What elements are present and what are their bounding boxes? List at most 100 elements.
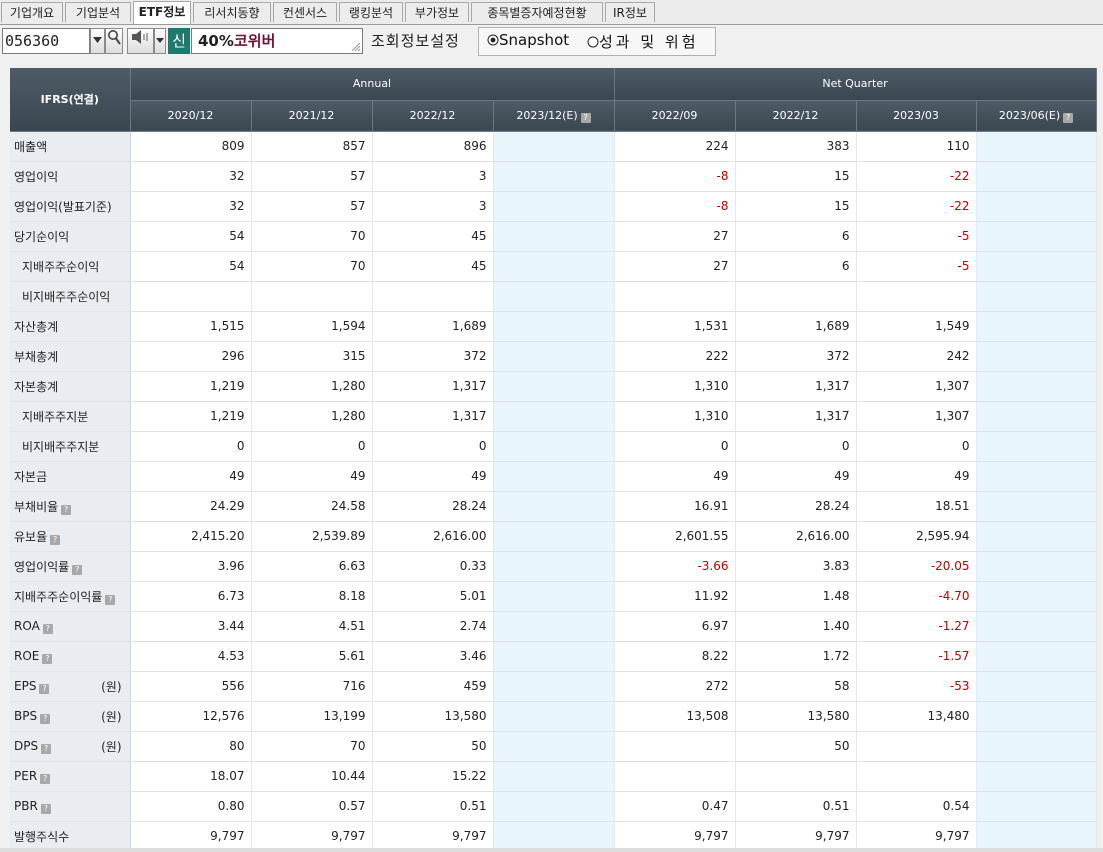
table-row: 지배주주순이익률? 6.73 8.18 5.01 11.92 1.48 -4.70 (10, 581, 1097, 612)
help-icon[interactable]: ? (105, 594, 116, 605)
table-row: ROE? 4.53 5.61 3.46 8.22 1.72 -1.57 (10, 641, 1097, 672)
table-cell: 272 (614, 671, 736, 702)
row-label: 지배주주순이익 (22, 259, 100, 274)
table-cell: 8.22 (614, 641, 736, 672)
table-cell: 1,280 (251, 401, 373, 432)
row-label-cell: 발행주식수 (10, 821, 131, 852)
table-cell (130, 281, 252, 312)
help-icon[interactable]: ? (42, 653, 53, 664)
speaker-dropdown-button[interactable] (154, 28, 166, 54)
radio-performance-risk-label: 성과 및 위험 (599, 33, 699, 51)
table-cell (493, 131, 615, 162)
table-cell: 57 (251, 191, 373, 222)
help-icon[interactable]: ? (40, 773, 51, 784)
table-cell: 58 (735, 671, 857, 702)
table-cell (493, 401, 615, 432)
table-cell: 6.63 (251, 551, 373, 582)
row-label: 비지배주주지분 (22, 439, 100, 454)
table-cell (976, 251, 1097, 282)
table-row: 유보율? 2,415.20 2,539.89 2,616.00 2,601.55 2,61… (10, 521, 1097, 552)
table-cell (493, 821, 615, 852)
search-button[interactable] (105, 28, 123, 54)
table-cell: -22 (856, 191, 977, 222)
period-header-3[interactable]: 2023/12(E)? (493, 100, 615, 132)
table-cell: 13,480 (856, 701, 977, 732)
row-label: ROE (14, 648, 40, 663)
table-cell (976, 131, 1097, 162)
table-cell: 28.24 (735, 491, 857, 522)
table-row: 발행주식수 9,797 9,797 9,797 9,797 9,797 9,797 (10, 821, 1097, 852)
table-cell (976, 371, 1097, 402)
table-cell (976, 461, 1097, 492)
horizontal-scrollbar[interactable] (0, 848, 1103, 852)
stock-code-input[interactable]: 056360 (2, 28, 90, 54)
table-cell: 2.74 (372, 611, 494, 642)
period-header-4: 2022/09 (614, 100, 736, 132)
table-cell (976, 731, 1097, 762)
tab-research-trends[interactable]: 리서치동향 (193, 2, 271, 22)
tab-ranking-analysis[interactable]: 랭킹분석 (339, 2, 403, 22)
tab-consensus[interactable]: 컨센서스 (273, 2, 337, 22)
table-cell: 15.22 (372, 761, 494, 792)
radio-performance-risk[interactable]: 성과 및 위험 (587, 31, 699, 52)
table-cell: -5 (856, 251, 977, 282)
triangle-down-icon (93, 37, 102, 43)
table-row: 비지배주주지분 0 0 0 0 0 0 (10, 431, 1097, 462)
table-cell: 2,616.00 (372, 521, 494, 552)
table-cell: 0 (856, 431, 977, 462)
table-cell: -8 (614, 191, 736, 222)
speaker-button[interactable] (127, 28, 154, 54)
tab-additional-info[interactable]: 부가정보 (405, 2, 469, 22)
tab-etf-info[interactable]: ETF정보 (133, 1, 191, 24)
help-icon[interactable]: ? (39, 683, 50, 694)
row-label-cell: ROE? (10, 641, 131, 672)
help-icon[interactable]: ? (42, 623, 53, 634)
help-icon[interactable]: ? (41, 743, 52, 754)
query-settings-label[interactable]: 조회정보설정 (371, 30, 460, 51)
row-label-cell: 비지배주주지분 (10, 431, 131, 462)
table-cell: -8 (614, 161, 736, 192)
table-cell (493, 491, 615, 522)
tab-company-overview[interactable]: 기업개요 (1, 2, 63, 22)
period-label: 2021/12 (288, 109, 335, 122)
help-icon[interactable]: ? (580, 112, 591, 123)
period-header-7[interactable]: 2023/06(E)? (976, 100, 1097, 132)
table-cell: 24.29 (130, 491, 252, 522)
table-cell (251, 281, 373, 312)
help-icon[interactable]: ? (40, 713, 51, 724)
row-label-cell: 자본금 (10, 461, 131, 492)
table-cell: 110 (856, 131, 977, 162)
help-icon[interactable]: ? (1063, 112, 1074, 123)
period-header-row: 2020/12 2021/12 2022/12 2023/12(E)? 2022/09 2… (10, 100, 1097, 132)
table-cell (493, 431, 615, 462)
help-icon[interactable]: ? (40, 803, 51, 814)
stock-name-field[interactable]: 40% 코위버 (191, 28, 363, 54)
tab-ir-info[interactable]: IR정보 (605, 2, 655, 22)
radio-snapshot[interactable]: Snapshot (487, 31, 569, 49)
table-cell (493, 731, 615, 762)
table-cell: 3.96 (130, 551, 252, 582)
tab-company-analysis[interactable]: 기업분석 (65, 2, 131, 22)
table-cell: 28.24 (372, 491, 494, 522)
table-cell (976, 281, 1097, 312)
code-dropdown-button[interactable] (90, 28, 105, 54)
net-quarter-header: Net Quarter (614, 68, 1097, 101)
period-header-0: 2020/12 (130, 100, 252, 132)
row-label: PBR (14, 798, 38, 813)
table-cell (976, 221, 1097, 252)
table-cell: 315 (251, 341, 373, 372)
table-cell: 4.51 (251, 611, 373, 642)
unit-label: (원) (101, 679, 122, 694)
table-cell (493, 701, 615, 732)
period-header-1: 2021/12 (251, 100, 373, 132)
tab-bar: 기업개요 기업분석 ETF정보 리서치동향 컨센서스 랭킹분석 부가정보 종목별… (0, 0, 1103, 25)
table-cell: 716 (251, 671, 373, 702)
help-icon[interactable]: ? (50, 534, 61, 545)
tab-capital-increase-schedule[interactable]: 종목별증자예정현황 (471, 2, 603, 22)
help-icon[interactable]: ? (72, 564, 83, 575)
row-label: EPS (14, 678, 37, 693)
help-icon[interactable]: ? (61, 504, 72, 515)
table-cell (493, 521, 615, 552)
table-cell: 6.73 (130, 581, 252, 612)
radio-unselected-icon (587, 36, 599, 48)
